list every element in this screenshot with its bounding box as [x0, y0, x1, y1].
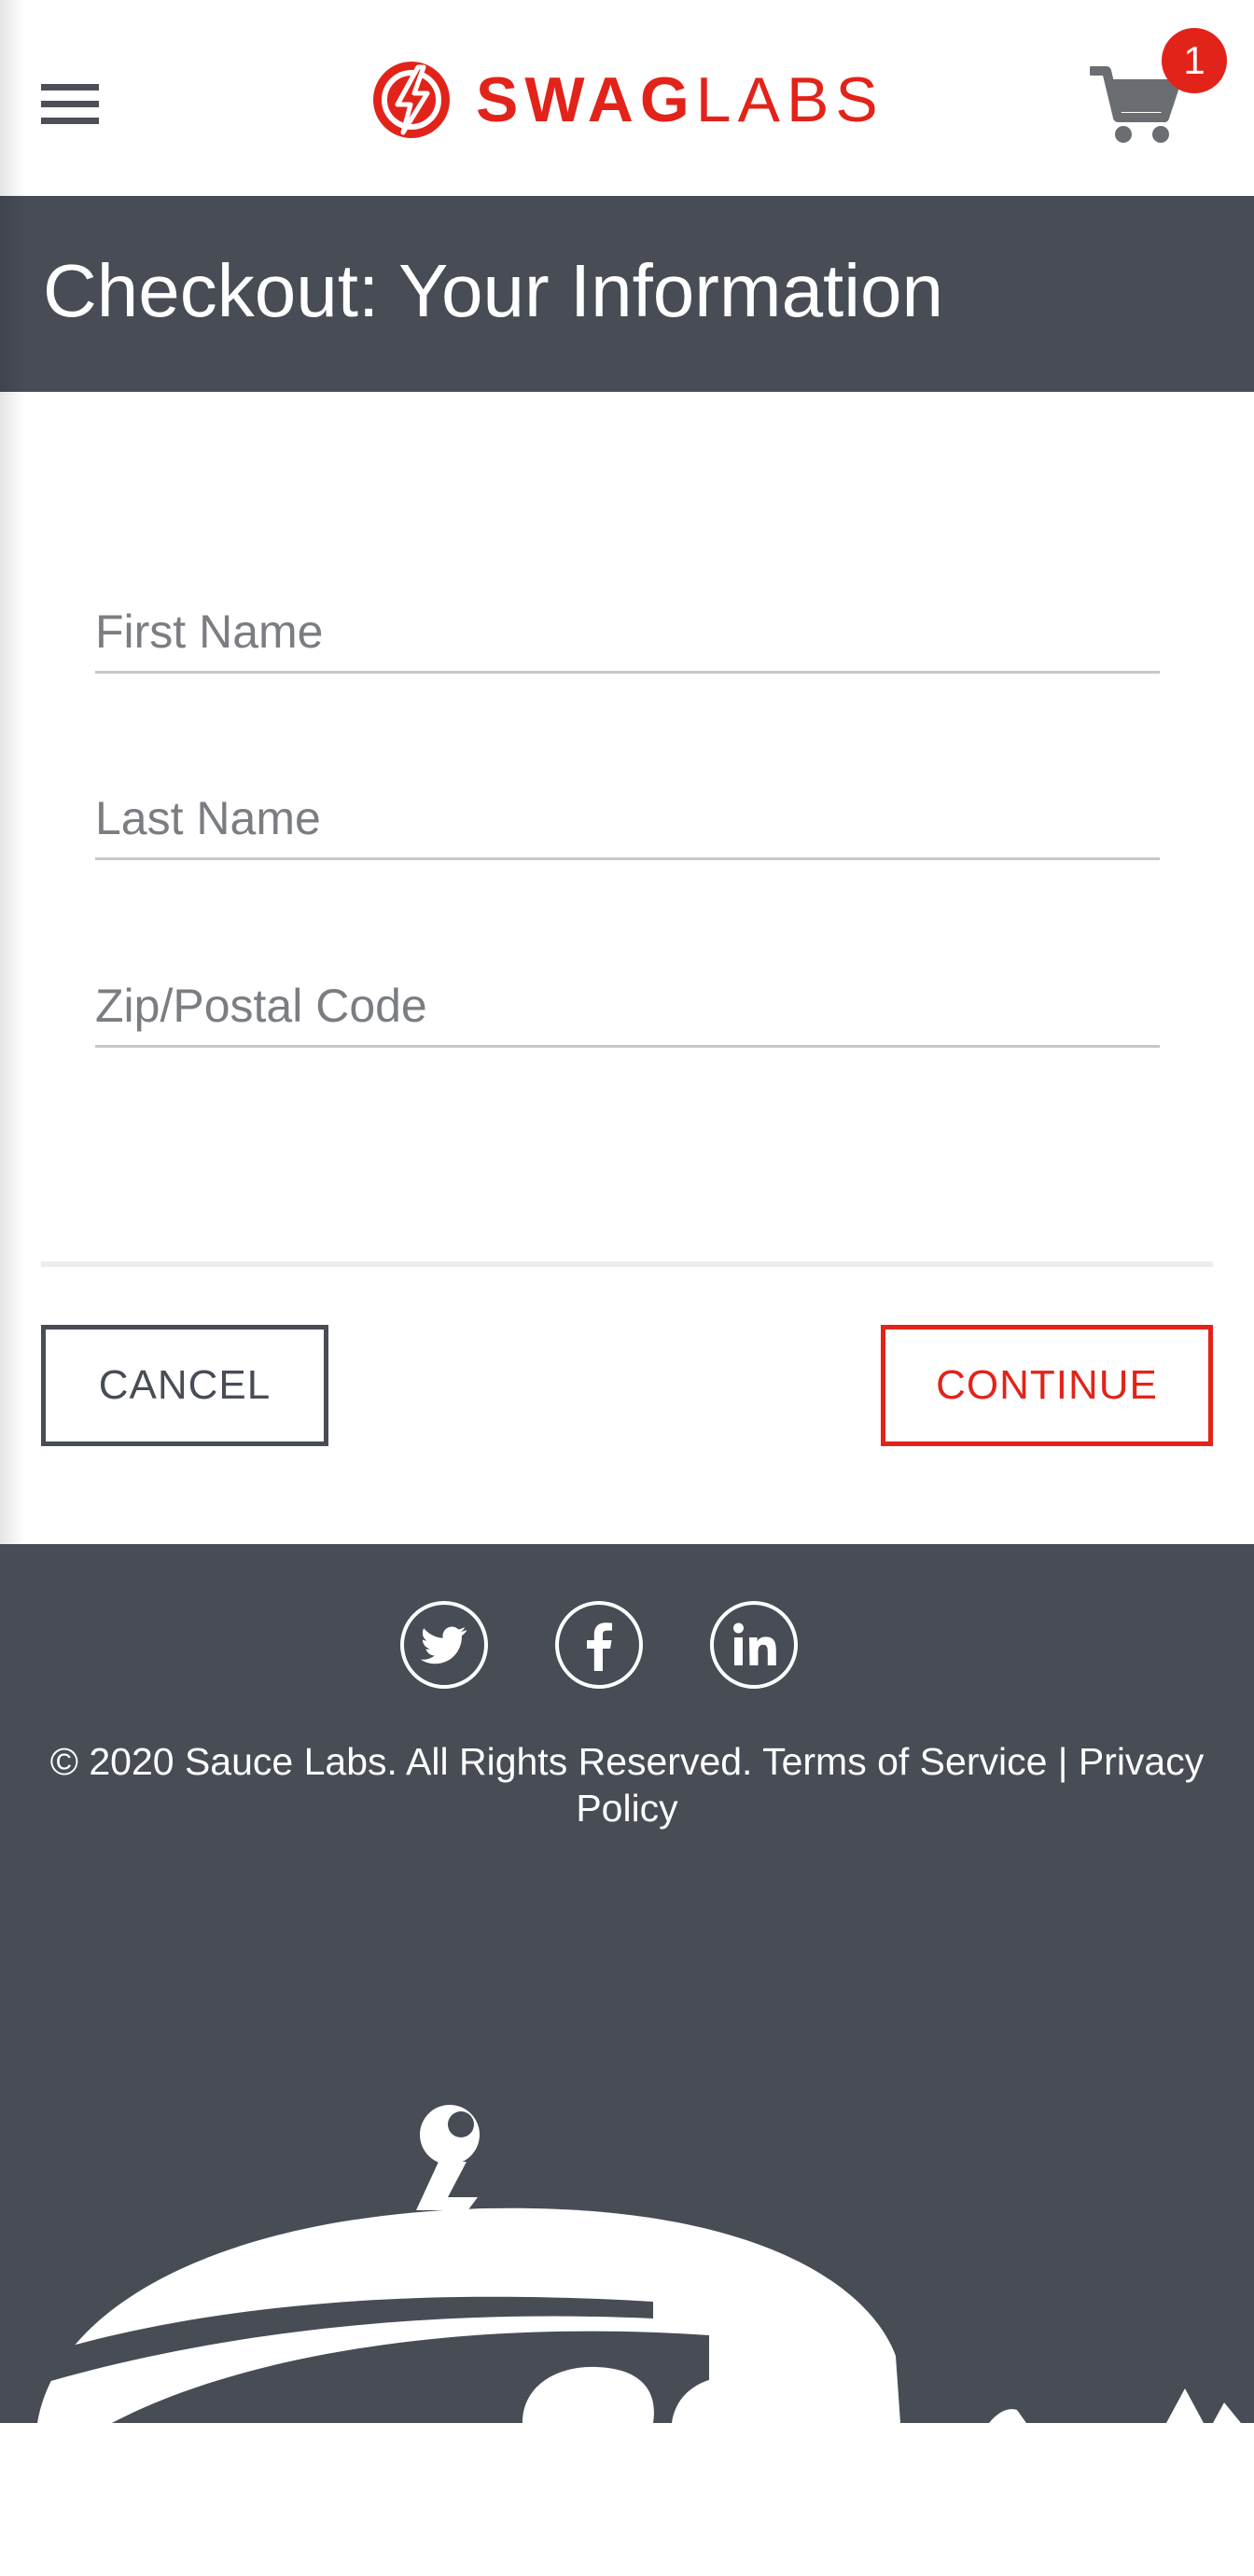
page-title: Checkout: Your Information: [43, 249, 944, 332]
footer: © 2020 Sauce Labs. All Rights Reserved. …: [0, 1544, 1254, 2423]
swag-bot-mascot: [37, 2105, 1241, 2423]
postal-code-field[interactable]: [95, 954, 1160, 1048]
app-header: SWAGLABS 1: [0, 0, 1254, 196]
logo-text: SWAGLABS: [476, 58, 885, 142]
first-name-input[interactable]: [95, 580, 1160, 671]
cancel-button[interactable]: CANCEL: [41, 1325, 328, 1446]
facebook-icon[interactable]: [554, 1600, 644, 1690]
swag-labs-logo: SWAGLABS: [369, 58, 885, 142]
form-divider: [41, 1261, 1213, 1267]
twitter-icon[interactable]: [399, 1600, 489, 1690]
swag-labs-bolt-icon: [373, 62, 450, 138]
logo-text-bold: SWAG: [476, 64, 696, 135]
cart-badge[interactable]: 1: [1162, 28, 1227, 93]
logo-text-light: LABS: [695, 64, 885, 135]
title-bar: Checkout: Your Information: [0, 196, 1254, 392]
hamburger-menu-icon[interactable]: [41, 84, 99, 125]
last-name-input[interactable]: [95, 767, 1160, 857]
continue-button[interactable]: CONTINUE: [881, 1325, 1213, 1446]
postal-code-input[interactable]: [95, 954, 1160, 1045]
bottom-blank-area: [0, 2423, 1254, 2576]
linkedin-icon[interactable]: [709, 1600, 799, 1690]
last-name-field[interactable]: [95, 767, 1160, 860]
copyright-text: © 2020 Sauce Labs. All Rights Reserved. …: [49, 1740, 1205, 1830]
first-name-field[interactable]: [95, 580, 1160, 674]
checkout-page: SWAGLABS 1 Checkout: Your Information CA…: [0, 0, 1254, 2576]
